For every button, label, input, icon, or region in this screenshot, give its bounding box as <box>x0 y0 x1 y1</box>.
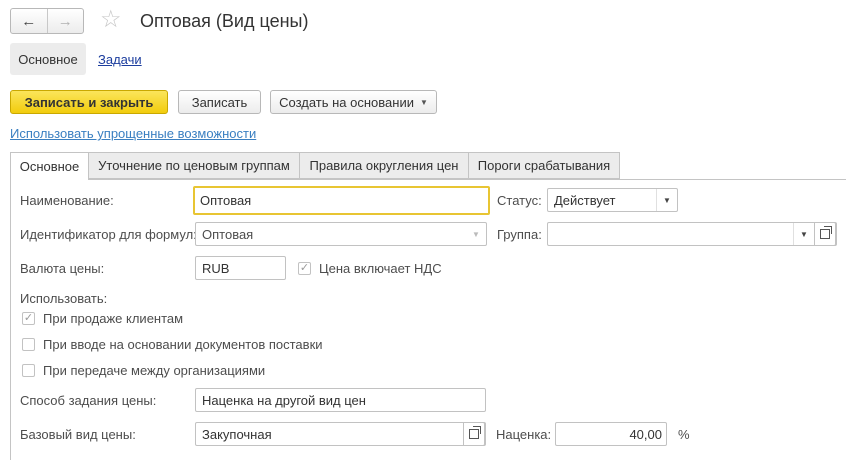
section-tasks-link[interactable]: Задачи <box>98 52 142 67</box>
save-and-close-button[interactable]: Записать и закрыть <box>10 90 168 114</box>
inter-org-label: При передаче между организациями <box>43 363 266 378</box>
inter-org-checkbox[interactable] <box>22 364 35 377</box>
currency-label: Валюта цены: <box>20 261 105 276</box>
chevron-down-icon: ▼ <box>419 97 428 107</box>
back-button[interactable]: ← <box>11 9 48 33</box>
status-select[interactable]: Действует ▼ <box>547 188 678 212</box>
favorite-star-icon[interactable]: ☆ <box>100 6 122 34</box>
group-select[interactable]: ▼ <box>547 222 837 246</box>
group-label: Группа: <box>497 227 542 242</box>
nav-buttons: ← → <box>10 8 84 34</box>
formula-id-input[interactable]: Оптовая ▼ <box>195 222 487 246</box>
price-method-select[interactable]: Наценка на другой вид цен <box>195 388 486 412</box>
markup-label: Наценка: <box>496 427 552 442</box>
use-option-row: При передаче между организациями <box>22 363 265 378</box>
chevron-down-icon[interactable]: ▼ <box>656 189 677 211</box>
formula-id-value: Оптовая <box>202 226 254 242</box>
tab-body-border <box>10 179 11 460</box>
status-value: Действует <box>554 192 616 208</box>
section-main[interactable]: Основное <box>10 43 86 75</box>
open-base-price-button[interactable] <box>463 422 485 446</box>
save-button[interactable]: Записать <box>178 90 261 114</box>
tab-divider <box>88 179 846 180</box>
tab-price-groups[interactable]: Уточнение по ценовым группам <box>88 152 300 179</box>
percent-sign: % <box>678 427 690 442</box>
use-option-row: При вводе на основании документов постав… <box>22 337 323 352</box>
arrow-right-icon: → <box>57 12 73 30</box>
arrow-left-icon: ← <box>21 12 37 30</box>
tab-main[interactable]: Основное <box>10 152 89 180</box>
currency-input[interactable]: RUB <box>195 256 286 280</box>
supply-docs-checkbox[interactable] <box>22 338 35 351</box>
use-option-row: ✓ При продаже клиентам <box>22 311 183 326</box>
vat-checkbox[interactable]: ✓ <box>298 262 311 275</box>
markup-input[interactable]: 40,00 <box>555 422 667 446</box>
chevron-down-icon[interactable]: ▼ <box>793 223 814 245</box>
formula-id-label: Идентификатор для формул: <box>20 227 197 242</box>
base-price-input[interactable]: Закупочная <box>195 422 486 446</box>
use-label: Использовать: <box>20 291 108 306</box>
vat-label: Цена включает НДС <box>319 261 442 276</box>
page-title: Оптовая (Вид цены) <box>140 11 309 31</box>
name-label: Наименование: <box>20 193 114 208</box>
sale-to-clients-checkbox[interactable]: ✓ <box>22 312 35 325</box>
base-price-label: Базовый вид цены: <box>20 427 136 442</box>
tab-rounding-rules[interactable]: Правила округления цен <box>299 152 469 179</box>
open-icon <box>469 426 481 439</box>
name-input[interactable]: Оптовая <box>193 186 490 215</box>
supply-docs-label: При вводе на основании документов постав… <box>43 337 323 352</box>
create-based-on-label: Создать на основании <box>279 94 414 110</box>
chevron-down-icon[interactable]: ▼ <box>466 223 486 245</box>
base-price-value: Закупочная <box>202 426 272 442</box>
simplified-mode-link[interactable]: Использовать упрощенные возможности <box>10 126 256 141</box>
open-group-button[interactable] <box>814 222 836 246</box>
vat-checkbox-row: ✓ Цена включает НДС <box>298 261 442 276</box>
forward-button[interactable]: → <box>48 9 84 33</box>
create-based-on-button[interactable]: Создать на основании ▼ <box>270 90 437 114</box>
sale-to-clients-label: При продаже клиентам <box>43 311 184 326</box>
status-label: Статус: <box>497 193 542 208</box>
tab-thresholds[interactable]: Пороги срабатывания <box>468 152 620 179</box>
open-icon <box>820 226 832 239</box>
price-method-label: Способ задания цены: <box>20 393 157 408</box>
